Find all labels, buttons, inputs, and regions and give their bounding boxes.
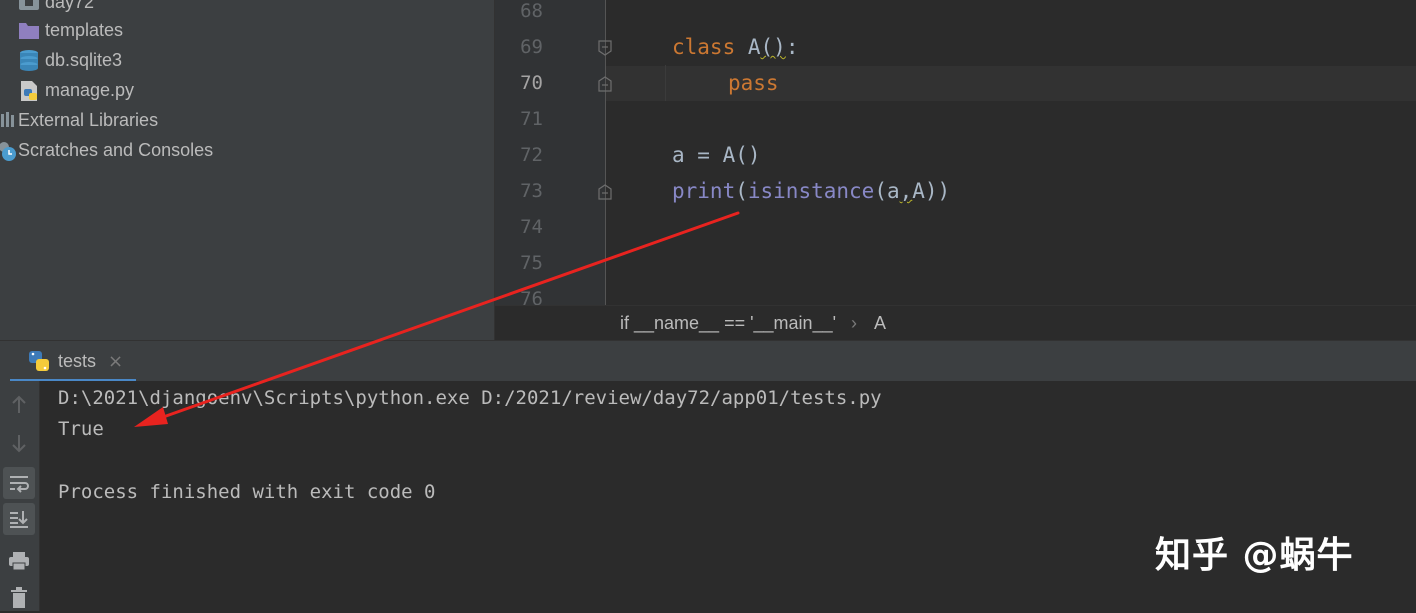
tree-item-label: Scratches and Consoles [18,140,214,160]
fold-end-icon[interactable] [598,184,612,200]
arrow-up-icon[interactable] [3,389,35,421]
python-icon [28,350,50,376]
fold-end-icon[interactable] [598,76,612,92]
tab-tests[interactable]: tests × [10,341,136,382]
paren: ( [735,179,748,203]
code-line-73: print(isinstance(a,A)) [672,173,950,209]
python-file-icon [18,75,40,105]
indent-guide [665,65,666,101]
keyword-pass: pass [728,71,779,95]
run-tool-window-header: tests × [0,340,1416,382]
scroll-to-end-icon[interactable] [3,503,35,535]
code-line-69: class A(): [672,29,798,65]
run-toolbar [0,381,40,611]
code-line-70: pass [728,65,779,101]
trash-icon[interactable] [3,581,35,613]
code-line-72: a = A() [672,143,761,167]
args: A)) [912,179,951,203]
tree-item-db-sqlite3[interactable]: db.sqlite3 [0,45,494,75]
line-number: 76 [520,288,543,305]
breadcrumb-separator: › [851,313,857,333]
line-number-active: 70 [520,72,543,94]
breadcrumb-item-class-a[interactable]: A [874,313,886,334]
colon: : [785,35,799,59]
print-icon[interactable] [3,545,35,577]
line-number: 75 [520,252,543,274]
tree-item-label: db.sqlite3 [45,50,123,70]
line-number: 72 [520,144,543,166]
watermark: 知乎 @蜗牛 [1155,535,1354,576]
tree-item-manage-py[interactable]: manage.py [0,75,494,105]
args: (a [874,179,900,203]
tab-label: tests [58,351,97,371]
project-panel: day72 templates db.sqlite3 manage.py Ext… [0,0,494,340]
library-icon [0,105,16,135]
scratches-icon [0,135,18,165]
tree-item-label: templates [45,20,124,40]
code-editor[interactable]: 68 69 70 71 72 73 74 75 76 class A(): pa… [494,0,1416,341]
builtin-print: print [672,179,736,203]
tree-item-scratches[interactable]: Scratches and Consoles [0,135,494,165]
fold-start-icon[interactable] [598,40,612,56]
keyword-class: class [672,35,736,59]
arrow-down-icon[interactable] [3,427,35,459]
line-number: 68 [520,0,543,22]
builtin-isinstance: isinstance [747,179,875,203]
tree-item-templates[interactable]: templates [0,15,494,45]
soft-wrap-icon[interactable] [3,467,35,499]
tree-item-label: manage.py [45,80,135,100]
breadcrumb-item-if-main[interactable]: if __name__ == '__main__' [620,313,836,334]
line-number: 74 [520,216,543,238]
tree-item-label: External Libraries [18,110,159,130]
line-number: 73 [520,180,543,202]
close-icon[interactable]: × [108,351,123,372]
breadcrumb: if __name__ == '__main__' › A [495,305,1416,341]
line-number: 69 [520,36,543,58]
tree-item-external-libraries[interactable]: External Libraries [0,105,494,135]
console-line-output: True [58,418,104,440]
line-number: 71 [520,108,543,130]
class-name: A [735,35,761,59]
warning-squiggle: , [899,179,913,203]
console-line-exit: Process finished with exit code 0 [58,481,436,503]
folder-icon [18,15,40,45]
database-icon [18,45,40,75]
warning-squiggle: () [760,35,786,59]
console-line-command: D:\2021\djangoenv\Scripts\python.exe D:/… [58,387,882,409]
